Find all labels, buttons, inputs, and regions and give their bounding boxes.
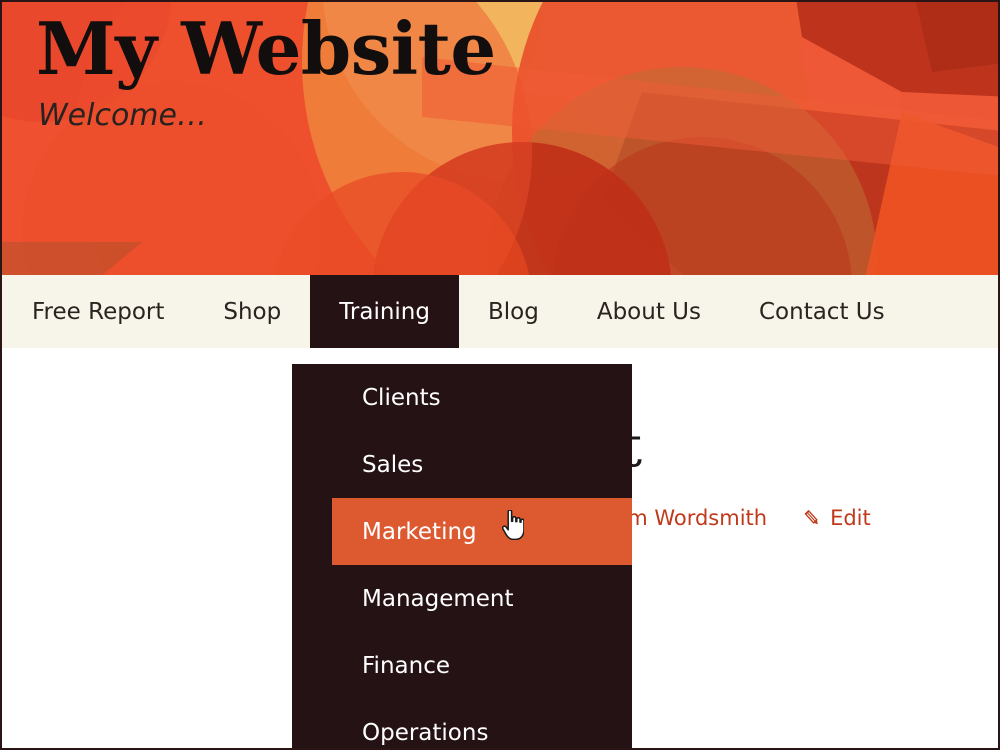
post-edit-link[interactable]: Edit <box>803 506 871 530</box>
site-tagline: Welcome… <box>38 97 207 133</box>
dropdown-item-label: Operations <box>362 719 489 746</box>
training-dropdown-menu: Clients Sales Marketing Management Finan… <box>292 364 632 748</box>
site-branding: My Website Welcome… <box>36 10 496 133</box>
nav-item-contact-us[interactable]: Contact Us <box>730 275 914 348</box>
dropdown-item-label: Clients <box>362 384 441 411</box>
dropdown-item-operations[interactable]: Operations <box>332 699 632 748</box>
nav-item-label: Shop <box>223 298 282 325</box>
post-author-label: Tim Wordsmith <box>609 506 768 530</box>
dropdown-item-clients[interactable]: Clients <box>332 364 632 431</box>
nav-item-label: Blog <box>488 298 539 325</box>
dropdown-item-sales[interactable]: Sales <box>332 431 632 498</box>
nav-item-shop[interactable]: Shop <box>194 275 310 348</box>
primary-navigation: Free Report Shop Training Blog About Us … <box>2 275 998 348</box>
site-header: My Website Welcome… <box>2 2 998 275</box>
dropdown-item-marketing[interactable]: Marketing <box>332 498 632 565</box>
dropdown-item-finance[interactable]: Finance <box>332 632 632 699</box>
pencil-icon <box>803 509 822 528</box>
dropdown-item-label: Marketing <box>362 518 477 545</box>
nav-item-training[interactable]: Training <box>310 275 459 348</box>
dropdown-item-management[interactable]: Management <box>332 565 632 632</box>
dropdown-item-label: Management <box>362 585 514 612</box>
dropdown-item-label: Sales <box>362 451 424 478</box>
nav-item-about-us[interactable]: About Us <box>568 275 730 348</box>
nav-item-label: Contact Us <box>758 298 885 325</box>
nav-item-label: Training <box>339 298 430 325</box>
browser-page: My Website Welcome… Free Report Uncatego… <box>0 0 1000 750</box>
post-edit-label: Edit <box>830 506 871 530</box>
nav-item-label: About Us <box>596 298 701 325</box>
nav-item-label: Free Report <box>32 298 165 325</box>
site-title: My Website <box>36 6 496 91</box>
nav-item-blog[interactable]: Blog <box>459 275 568 348</box>
nav-item-free-report[interactable]: Free Report <box>2 275 194 348</box>
nav-list: Free Report Shop Training Blog About Us … <box>2 275 998 348</box>
dropdown-item-label: Finance <box>362 652 450 679</box>
